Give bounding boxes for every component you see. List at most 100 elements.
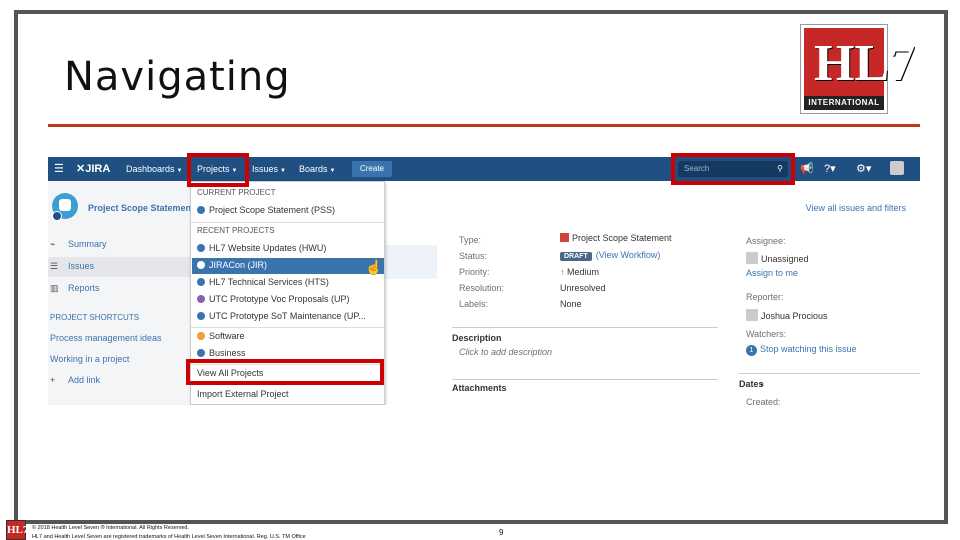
field-label: Status: [459, 251, 488, 261]
sidebar-item-summary[interactable]: ⌁ Summary [50, 239, 107, 250]
status-badge: DRAFT [560, 252, 592, 261]
jira-brand[interactable]: ✕JIRA [76, 162, 110, 175]
dates-heading: Dates [739, 379, 764, 389]
hand-cursor-icon: ☝ [365, 259, 383, 275]
logo-text: INTERNATIONAL [804, 96, 884, 110]
megaphone-icon[interactable]: 📢 [800, 162, 814, 175]
current-project-heading: CURRENT PROJECT [197, 188, 276, 197]
robot-icon [59, 199, 71, 211]
chevron-down-icon: ▼ [176, 168, 183, 174]
trademark-line: HL7 and Health Level Seven are registere… [32, 534, 306, 540]
page-number: 9 [499, 528, 504, 537]
plus-icon: + [50, 375, 56, 385]
sidebar-item-reports[interactable]: ▥ Reports [50, 283, 100, 294]
dropdown-item[interactable]: UTC Prototype SoT Maintenance (UP... [197, 309, 380, 324]
priority-value[interactable]: ↑ Medium [560, 267, 599, 277]
type-value[interactable]: Project Scope Statement [560, 233, 672, 243]
labels-value[interactable]: None [560, 299, 582, 309]
watch-count-badge: 1 [746, 345, 757, 356]
title-rule [48, 124, 920, 127]
field-label: Priority: [459, 267, 490, 277]
shortcut-link[interactable]: Process management ideas [50, 333, 162, 343]
project-icon [197, 312, 205, 320]
divider [191, 327, 384, 328]
nav-dashboards[interactable]: Dashboards ▼ [126, 164, 182, 174]
page-title: Navigating [64, 54, 291, 100]
project-avatar[interactable] [52, 193, 78, 221]
shortcuts-heading: PROJECT SHORTCUTS [50, 313, 140, 322]
reporter-label: Reporter: [746, 292, 784, 302]
dropdown-item[interactable]: Project Scope Statement (PSS) [197, 203, 380, 218]
shortcut-link[interactable]: Working in a project [50, 354, 129, 364]
chevron-down-icon: ▼ [329, 168, 336, 174]
list-icon: ☰ [50, 261, 59, 271]
divider [452, 327, 718, 328]
issue-row-highlight [385, 245, 437, 279]
create-button[interactable]: Create [352, 161, 392, 177]
import-project-item[interactable]: Import External Project [197, 387, 380, 402]
menu-icon[interactable]: ☰ [54, 162, 64, 175]
project-icon [197, 278, 205, 286]
field-label: Resolution: [459, 283, 505, 293]
person-icon [746, 309, 758, 321]
issue-view: View all issues and filters Type: Projec… [385, 181, 920, 405]
user-avatar[interactable] [890, 161, 904, 175]
project-badge-icon [52, 211, 62, 221]
watchers-label: Watchers: [746, 329, 787, 339]
view-workflow-link[interactable]: (View Workflow) [596, 250, 661, 260]
project-icon [197, 244, 205, 252]
created-label: Created: [746, 397, 781, 405]
highlight-box-projects [187, 153, 249, 187]
description-heading: Description [452, 333, 502, 343]
project-sidebar: Project Scope Statement ⌁ Summary ☰ Issues… [48, 181, 194, 405]
description-placeholder[interactable]: Click to add description [459, 347, 552, 357]
field-label: Labels: [459, 299, 489, 309]
arrow-up-icon: ↑ [560, 267, 565, 277]
logo-mark: HL7 [814, 35, 916, 92]
view-all-issues-link[interactable]: View all issues and filters [806, 203, 906, 213]
reporter-value[interactable]: Joshua Procious [746, 309, 828, 321]
divider [739, 373, 920, 374]
status-value[interactable]: DRAFT (View Workflow) [560, 250, 660, 261]
sidebar-item-issues[interactable]: ☰ Issues [50, 261, 94, 272]
assignee-label: Assignee: [746, 236, 786, 246]
add-link[interactable]: + Add link [50, 375, 100, 385]
person-icon [746, 252, 758, 264]
business-icon [197, 349, 205, 357]
resolution-value: Unresolved [560, 283, 606, 293]
nav-issues[interactable]: Issues ▼ [252, 164, 286, 174]
assign-to-me-link[interactable]: Assign to me [746, 268, 798, 278]
software-icon [197, 332, 205, 340]
dropdown-item-hovered[interactable]: JIRACon (JIR) [197, 258, 380, 273]
chevron-down-icon: ▼ [280, 168, 286, 174]
field-label: Type: [459, 235, 482, 245]
hl7-logo: HL7 INTERNATIONAL [800, 24, 915, 114]
chart-icon: ▥ [50, 283, 59, 293]
footer-hl7-logo: HL7 [6, 520, 28, 540]
jira-screenshot: ☰ ✕JIRA Dashboards ▼ Projects ▼ Issues ▼ Bo… [48, 157, 920, 405]
project-icon [197, 206, 205, 214]
dropdown-item[interactable]: HL7 Website Updates (HWU) [197, 241, 380, 256]
watch-link[interactable]: 1 Stop watching this issue [746, 344, 857, 356]
dropdown-item[interactable]: Software [197, 329, 380, 344]
help-icon[interactable]: ?▾ [824, 162, 836, 175]
attachments-heading: Attachments [452, 383, 507, 393]
project-name[interactable]: Project Scope Statement [88, 203, 194, 213]
pulse-icon: ⌁ [50, 239, 56, 249]
project-icon [197, 261, 205, 269]
gear-icon[interactable]: ⚙▾ [856, 162, 871, 175]
project-icon [197, 295, 205, 303]
dropdown-item[interactable]: UTC Prototype Voc Proposals (UP) [197, 292, 380, 307]
divider [452, 379, 718, 380]
jira-logo-icon: ✕ [76, 163, 86, 175]
slide: Navigating HL7 INTERNATIONAL ☰ ✕JIRA Das… [0, 0, 960, 540]
highlight-box-search [671, 153, 795, 185]
nav-boards[interactable]: Boards ▼ [299, 164, 335, 174]
assignee-value[interactable]: Unassigned [746, 252, 809, 264]
copyright-line: © 2018 Health Level Seven ® Internationa… [32, 525, 189, 531]
divider [191, 222, 384, 223]
highlight-box-view-all [186, 359, 384, 385]
recent-projects-heading: RECENT PROJECTS [197, 226, 275, 235]
issue-type-icon [560, 233, 569, 242]
dropdown-item[interactable]: HL7 Technical Services (HTS) [197, 275, 380, 290]
